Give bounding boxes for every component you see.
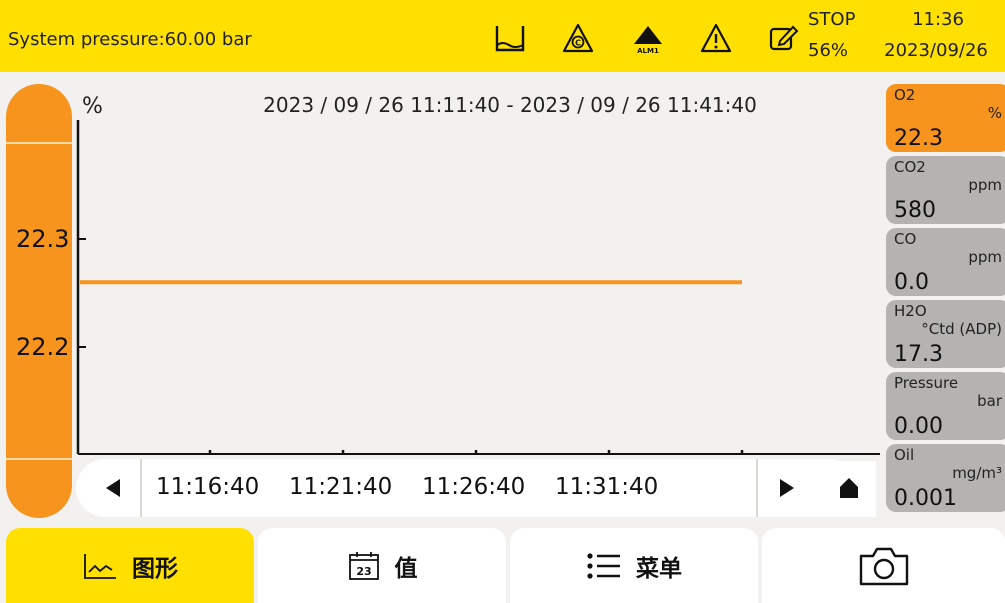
svg-text:23: 23 (356, 565, 371, 578)
stop-label: STOP (808, 9, 856, 30)
panel-unit: ppm (968, 176, 1002, 194)
warning-icon[interactable] (696, 18, 736, 58)
tab-graph[interactable]: 图形 (6, 528, 254, 603)
y-tick-label: 22.2 (16, 333, 70, 361)
scroll-right-button[interactable] (770, 476, 804, 500)
x-tick-label: 11:16:40 (156, 474, 260, 500)
measurement-panel-o2[interactable]: O2% 22.3 (886, 84, 1005, 152)
home-icon (840, 478, 858, 498)
calibration-icon[interactable]: C (558, 18, 598, 58)
x-tick-label: 11:31:40 (555, 474, 659, 500)
alarm-icon[interactable]: ALM1 (628, 18, 668, 58)
nav-divider (756, 459, 758, 517)
measurement-panel-pressure[interactable]: Pressure bar 0.00 (886, 372, 1005, 440)
system-pressure-label: System pressure:60.00 bar (8, 29, 252, 50)
panel-value: 22.3 (894, 126, 943, 151)
panel-value: 580 (894, 198, 936, 223)
measurement-panel-co2[interactable]: CO2 ppm 580 (886, 156, 1005, 224)
tab-screenshot[interactable] (762, 528, 1005, 603)
panel-value: 0.001 (894, 486, 957, 511)
measurement-panel-oil[interactable]: Oil mg/m³ 0.001 (886, 444, 1005, 512)
panel-unit: ppm (968, 248, 1002, 266)
x-tick-label: 11:26:40 (422, 474, 526, 500)
panel-unit: mg/m³ (952, 464, 1002, 482)
tab-values[interactable]: 23 值 (258, 528, 506, 603)
panel-name: Pressure (894, 374, 959, 392)
alarm-icon-label: ALM1 (637, 47, 659, 55)
edit-icon[interactable] (764, 18, 804, 58)
trend-chart[interactable] (72, 120, 882, 465)
panel-name: CO2 (894, 158, 926, 176)
panel-unit: bar (977, 392, 1002, 410)
tab-label: 图形 (132, 555, 178, 582)
clock-time: 11:36 (912, 9, 964, 30)
x-tick-label: 11:21:40 (289, 474, 393, 500)
triangle-left-icon (106, 479, 120, 497)
tab-label: 菜单 (636, 555, 682, 582)
line-chart-icon (84, 553, 116, 579)
panel-name: O2 (894, 86, 916, 104)
panel-value: 17.3 (894, 342, 943, 367)
container-level-icon[interactable] (490, 18, 530, 58)
nav-divider (140, 459, 142, 517)
y-tick-label: 22.3 (16, 225, 70, 253)
menu-list-icon (587, 552, 620, 579)
measurement-panel-h2o[interactable]: H2O °Ctd (ADP) 17.3 (886, 300, 1005, 368)
scroll-left-button[interactable] (96, 476, 130, 500)
home-button[interactable] (822, 461, 876, 517)
panel-unit: % (987, 104, 1002, 122)
stop-percent: 56% (808, 40, 849, 61)
calendar-icon: 23 (348, 551, 379, 580)
y-axis-scale-bar[interactable]: 22.3 22.2 (6, 84, 72, 518)
panel-name: CO (894, 230, 917, 248)
triangle-right-icon (780, 479, 794, 497)
camera-icon (859, 547, 908, 585)
panel-unit: °Ctd (ADP) (921, 320, 1002, 338)
clock-date: 2023/09/26 (884, 40, 988, 61)
chart-time-range: 2023 / 09 / 26 11:11:40 - 2023 / 09 / 26… (263, 93, 757, 117)
tab-menu[interactable]: 菜单 (510, 528, 758, 603)
panel-value: 0.0 (894, 270, 929, 295)
scale-bar-divider (6, 458, 72, 460)
tab-label: 值 (394, 555, 418, 582)
measurement-panel-co[interactable]: CO ppm 0.0 (886, 228, 1005, 296)
status-header: System pressure:60.00 bar C ALM1 STOP 56… (0, 0, 1005, 72)
panel-name: Oil (894, 446, 915, 464)
panel-value: 0.00 (894, 414, 943, 439)
scale-bar-divider (6, 142, 72, 144)
svg-text:C: C (575, 39, 581, 48)
panel-name: H2O (894, 302, 927, 320)
chart-unit-label: % (82, 94, 103, 119)
